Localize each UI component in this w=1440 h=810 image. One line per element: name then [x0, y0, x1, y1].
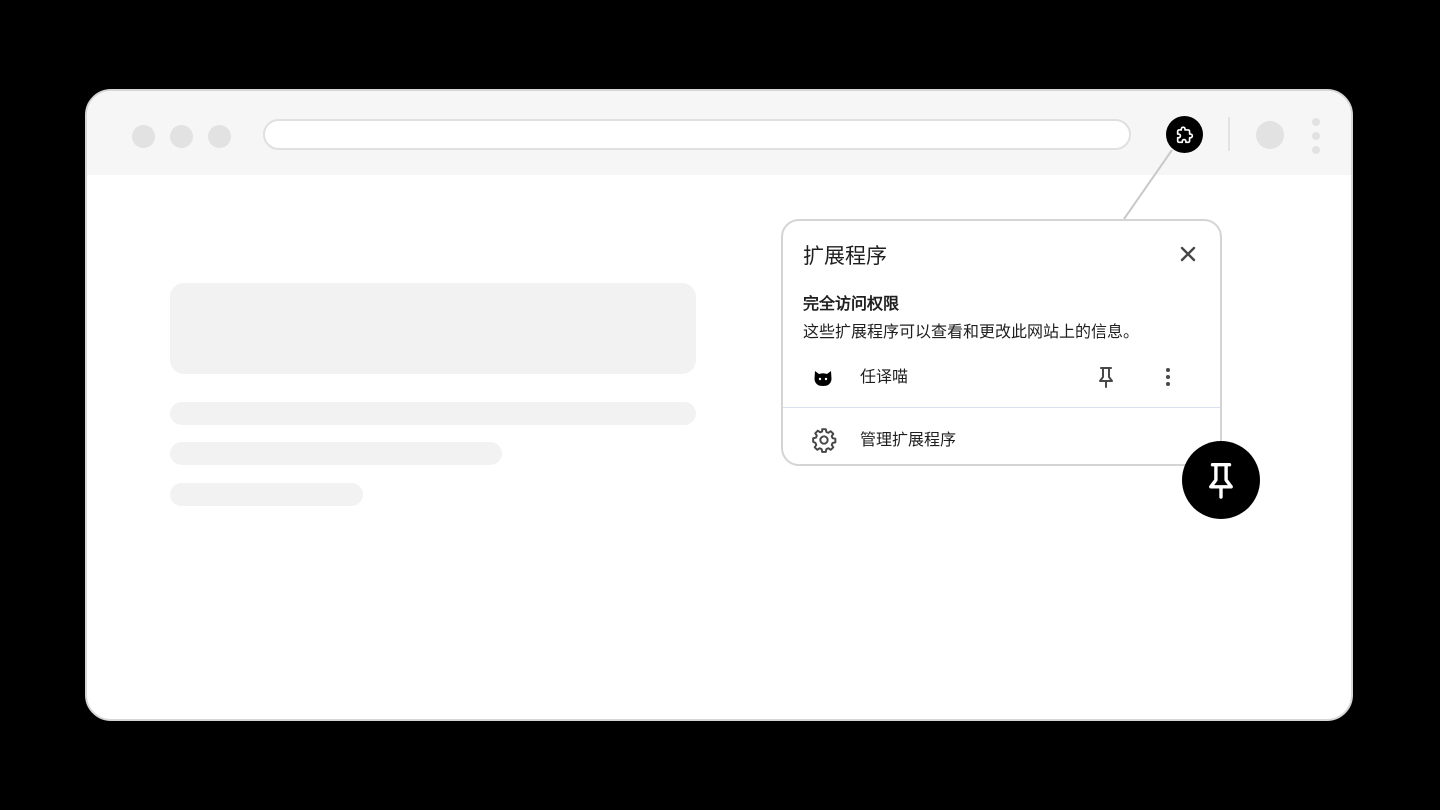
stage: 扩展程序 完全访问权限 这些扩展程序可以查看和更改此网站上的信息。 任译喵 管理…: [0, 0, 1440, 810]
extensions-button[interactable]: [1166, 116, 1203, 153]
browser-toolbar: [87, 91, 1351, 175]
extension-name[interactable]: 任译喵: [860, 365, 908, 389]
cat-icon: [814, 371, 832, 386]
manage-extensions-row[interactable]: [783, 409, 1220, 464]
window-control-dot[interactable]: [132, 125, 155, 148]
puzzle-icon: [1176, 125, 1193, 143]
manage-extensions-label[interactable]: 管理扩展程序: [860, 428, 956, 452]
gear-icon: [812, 428, 837, 453]
pin-icon: [1209, 463, 1233, 499]
pin-button[interactable]: [1093, 364, 1119, 390]
extensions-popup: 扩展程序 完全访问权限 这些扩展程序可以查看和更改此网站上的信息。 任译喵 管理…: [781, 219, 1222, 466]
window-control-dot[interactable]: [170, 125, 193, 148]
pin-callout-badge: [1182, 441, 1260, 519]
close-button[interactable]: [1175, 241, 1201, 267]
popup-title: 扩展程序: [803, 244, 887, 268]
section-description: 这些扩展程序可以查看和更改此网站上的信息。: [803, 322, 1140, 341]
section-heading: 完全访问权限: [803, 294, 900, 313]
pin-icon: [1099, 367, 1113, 388]
content-placeholder-line: [170, 402, 696, 425]
profile-avatar[interactable]: [1256, 121, 1284, 149]
more-options-button[interactable]: [1155, 364, 1181, 390]
content-placeholder-line: [170, 442, 502, 465]
address-bar[interactable]: [263, 119, 1131, 150]
content-placeholder-line: [170, 483, 363, 506]
browser-menu-button[interactable]: [1311, 118, 1321, 154]
window-control-dot[interactable]: [208, 125, 231, 148]
close-icon: [1180, 246, 1196, 262]
content-placeholder-block: [170, 283, 696, 374]
toolbar-separator: [1228, 117, 1230, 151]
more-vert-icon: [1166, 368, 1170, 386]
divider: [783, 407, 1220, 408]
